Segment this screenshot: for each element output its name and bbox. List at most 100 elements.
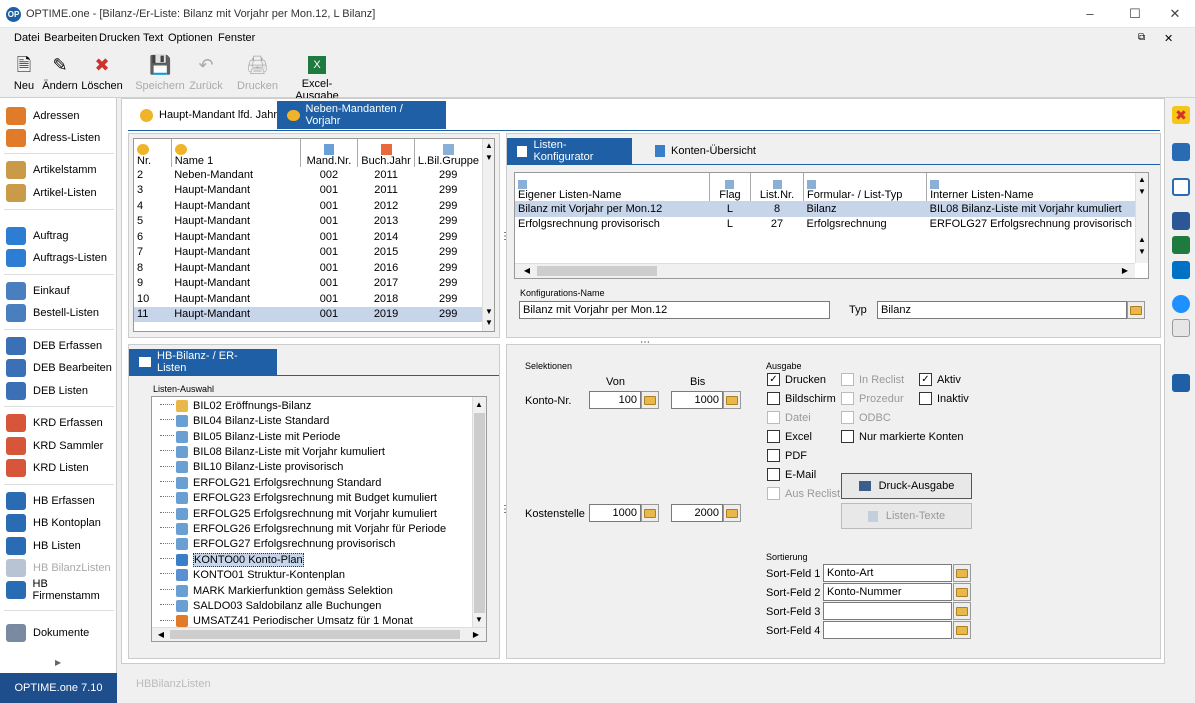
- tree-item[interactable]: MARK Markierfunktion gemäss Selektion: [160, 583, 393, 599]
- config-vscroll[interactable]: ▲ ▼ ▲ ▼: [1135, 173, 1148, 263]
- excel-checkbox[interactable]: Excel: [767, 430, 812, 443]
- col-mand-nr[interactable]: Mand.Nr.: [300, 139, 359, 167]
- listen-texte-button[interactable]: Listen-Texte: [841, 503, 972, 529]
- excel-export-button[interactable]: X Excel-Ausgabe: [282, 52, 352, 102]
- konto-bis-folder-button[interactable]: [723, 391, 741, 409]
- table-row[interactable]: 4 Haupt-Mandant 001 2012 299: [134, 198, 482, 214]
- tab-konten-uebersicht[interactable]: Konten-Übersicht: [645, 138, 766, 164]
- sidebar-item-krd-sammler[interactable]: KRD Sammler: [6, 436, 103, 456]
- sidebar-item-deb-erfassen[interactable]: DEB Erfassen: [6, 336, 102, 356]
- menu-bearbeiten[interactable]: Bearbeiten: [44, 32, 97, 44]
- scroll-thumb[interactable]: [537, 266, 657, 276]
- table-row[interactable]: 11 Haupt-Mandant 001 2019 299: [134, 306, 482, 322]
- scroll-left-icon[interactable]: ◀: [521, 266, 533, 275]
- table-row[interactable]: 2 Neben-Mandant 002 2011 299: [134, 167, 482, 183]
- table-row[interactable]: 7 Haupt-Mandant 001 2015 299: [134, 245, 482, 261]
- kst-bis-folder-button[interactable]: [723, 504, 741, 522]
- sidebar-item-hb-listen[interactable]: HB Listen: [6, 536, 81, 556]
- sidebar-item-krd-listen[interactable]: KRD Listen: [6, 458, 89, 478]
- minimize-button[interactable]: –: [1075, 4, 1105, 24]
- sort-feld-1-folder-button[interactable]: [953, 564, 971, 582]
- drucken-checkbox[interactable]: ✓ Drucken: [767, 373, 826, 386]
- scroll-thumb[interactable]: [170, 630, 460, 639]
- sidebar-item-hb-kontoplan[interactable]: HB Kontoplan: [6, 513, 101, 533]
- browser-icon[interactable]: [1172, 295, 1190, 313]
- scroll-up-icon[interactable]: ▲: [1136, 235, 1148, 244]
- tree-item[interactable]: ERFOLG27 Erfolgsrechnung provisorisch: [160, 537, 395, 553]
- maximize-button[interactable]: ☐: [1120, 4, 1150, 24]
- new-button[interactable]: 🗎 Neu: [10, 52, 38, 92]
- tree-item[interactable]: KONTO01 Struktur-Kontenplan: [160, 567, 345, 583]
- nur-markierte-checkbox[interactable]: Nur markierte Konten: [841, 430, 964, 443]
- email-checkbox[interactable]: E-Mail: [767, 468, 816, 481]
- minimized-window-label[interactable]: HBBilanzListen: [136, 678, 211, 690]
- table-row[interactable]: 5 Haupt-Mandant 001 2013 299: [134, 214, 482, 230]
- close-child-icon[interactable]: ✕: [1164, 32, 1173, 45]
- notes-icon[interactable]: [1172, 319, 1190, 337]
- sidebar-item-auftrags-listen[interactable]: Auftrags-Listen: [6, 248, 107, 268]
- konto-von-input[interactable]: 100: [589, 391, 641, 409]
- col-list-nr[interactable]: List.Nr.: [750, 173, 805, 201]
- sidebar-item-deb-bearbeiten[interactable]: DEB Bearbeiten: [6, 358, 112, 378]
- tab-haupt-mandant[interactable]: Haupt-Mandant lfd. Jahr: [130, 101, 287, 129]
- menu-text[interactable]: Text: [143, 32, 163, 44]
- scroll-down-icon[interactable]: ▼: [1136, 187, 1148, 196]
- tree-item[interactable]: BIL08 Bilanz-Liste mit Vorjahr kumuliert: [160, 444, 385, 460]
- table-row[interactable]: 8 Haupt-Mandant 001 2016 299: [134, 260, 482, 276]
- odbc-checkbox[interactable]: ODBC: [841, 411, 891, 424]
- typ-folder-button[interactable]: [1127, 301, 1145, 319]
- scroll-down-icon[interactable]: ▼: [1136, 247, 1148, 256]
- menu-drucken[interactable]: Drucken: [99, 32, 140, 44]
- col-flag[interactable]: Flag: [709, 173, 751, 201]
- sidebar-item-einkauf[interactable]: Einkauf: [6, 281, 70, 301]
- sort-feld-1-input[interactable]: Konto-Art: [823, 564, 952, 582]
- config-hscroll[interactable]: ◀ ▶: [515, 263, 1135, 278]
- col-bil-gruppe[interactable]: L.Bil.Gruppe: [414, 139, 482, 167]
- in-reclist-checkbox[interactable]: In Reclist: [841, 373, 904, 386]
- tree-item[interactable]: ERFOLG23 Erfolgsrechnung mit Budget kumu…: [160, 490, 437, 506]
- sort-feld-3-folder-button[interactable]: [953, 602, 971, 620]
- tab-hb-bilanz-er-listen[interactable]: HB-Bilanz- / ER-Listen: [129, 349, 277, 375]
- sidebar-item-artikel-listen[interactable]: Artikel-Listen: [6, 183, 97, 203]
- restore-child-icon[interactable]: ⧉: [1138, 32, 1145, 43]
- phone-icon[interactable]: [1172, 374, 1190, 392]
- sort-feld-3-input[interactable]: [823, 602, 952, 620]
- sidebar-item-hb-erfassen[interactable]: HB Erfassen: [6, 491, 95, 511]
- table-row[interactable]: 9 Haupt-Mandant 001 2017 299: [134, 276, 482, 292]
- col-eigener-name[interactable]: Eigener Listen-Name: [515, 173, 710, 201]
- kst-von-input[interactable]: 1000: [589, 504, 641, 522]
- scroll-up-icon[interactable]: ▼: [483, 307, 494, 316]
- scroll-up-icon[interactable]: ▲: [483, 141, 494, 150]
- excel-app-icon[interactable]: [1172, 236, 1190, 254]
- scroll-right-icon[interactable]: ▶: [1119, 266, 1131, 275]
- scroll-down-icon[interactable]: ▼: [473, 615, 485, 624]
- scroll-left-icon[interactable]: ◀: [155, 630, 167, 639]
- typ-input[interactable]: Bilanz: [877, 301, 1127, 319]
- tree-item[interactable]: ERFOLG21 Erfolgsrechnung Standard: [160, 475, 381, 491]
- menu-datei[interactable]: Datei: [14, 32, 40, 44]
- outlook-icon[interactable]: [1172, 261, 1190, 279]
- scroll-up-icon[interactable]: ▲: [473, 400, 485, 409]
- table-row[interactable]: 3 Haupt-Mandant 001 2011 299: [134, 183, 482, 199]
- kst-von-folder-button[interactable]: [641, 504, 659, 522]
- back-button[interactable]: ↶ Zurück: [188, 52, 224, 92]
- col-interner-name[interactable]: Interner Listen-Name: [926, 173, 1135, 201]
- tree-item[interactable]: BIL05 Bilanz-Liste mit Periode: [160, 429, 340, 445]
- inaktiv-checkbox[interactable]: Inaktiv: [919, 392, 969, 405]
- menu-fenster[interactable]: Fenster: [218, 32, 255, 44]
- table-row[interactable]: Bilanz mit Vorjahr per Mon.12 L 8 Bilanz BIL…: [515, 201, 1135, 217]
- col-name[interactable]: Name 1: [171, 139, 301, 167]
- tree-vscroll[interactable]: ▲ ▼: [472, 397, 486, 627]
- scroll-down-icon[interactable]: ▼: [483, 318, 494, 327]
- close-all-icon[interactable]: ✖: [1172, 106, 1190, 124]
- konto-bis-input[interactable]: 1000: [671, 391, 723, 409]
- tree-hscroll[interactable]: ◀ ▶: [152, 627, 486, 641]
- sort-feld-2-folder-button[interactable]: [953, 583, 971, 601]
- sidebar-item-auftrag[interactable]: Auftrag: [6, 226, 68, 246]
- table-row[interactable]: Erfolgsrechnung provisorisch L 27 Erfolgsre…: [515, 217, 1135, 233]
- sidebar-item-hb-bilanzlisten[interactable]: HB BilanzListen: [6, 558, 111, 578]
- tree-item[interactable]: BIL10 Bilanz-Liste provisorisch: [160, 460, 343, 476]
- sidebar-item-artikelstamm[interactable]: Artikelstamm: [6, 160, 97, 180]
- tree-item[interactable]: KONTO00 Konto-Plan: [160, 552, 304, 568]
- sidebar-item-deb-listen[interactable]: DEB Listen: [6, 381, 88, 401]
